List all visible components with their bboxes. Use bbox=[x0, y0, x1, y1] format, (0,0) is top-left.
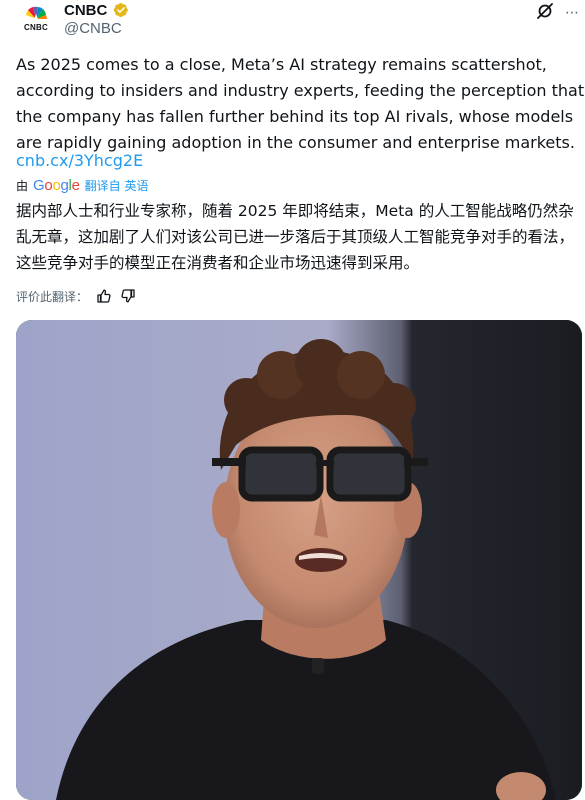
verified-badge-icon bbox=[114, 2, 129, 18]
tweet-media-photo[interactable] bbox=[16, 320, 582, 800]
portrait-photo bbox=[16, 320, 582, 800]
translation-attribution: 由 Google 翻译自 英语 bbox=[16, 176, 148, 194]
avatar[interactable]: CNBC bbox=[18, 3, 54, 39]
rate-translation-label: 评价此翻译： bbox=[16, 289, 89, 304]
tweet-link[interactable]: cnb.cx/3Yhcg2E bbox=[16, 150, 143, 172]
tweet-text: As 2025 comes to a close, Meta’s AI stra… bbox=[16, 55, 585, 152]
name-row: CNBC bbox=[64, 0, 129, 20]
tweet-header: CNBC CNBC @CNBC ⋯ bbox=[0, 0, 585, 44]
account-handle[interactable]: @CNBC bbox=[64, 20, 122, 37]
grok-icon[interactable] bbox=[535, 1, 555, 21]
thumbs-up-icon[interactable] bbox=[96, 288, 112, 304]
avatar-label: CNBC bbox=[24, 23, 48, 32]
google-logo: Google bbox=[33, 176, 80, 194]
rate-translation: 评价此翻译： bbox=[16, 286, 136, 306]
translated-from-link[interactable]: 翻译自 英语 bbox=[85, 177, 149, 194]
account-name[interactable]: CNBC bbox=[64, 2, 107, 19]
translated-text: 据内部人士和行业专家称，随着 2025 年即将结束，Meta 的人工智能战略仍然… bbox=[16, 202, 575, 272]
peacock-logo-icon bbox=[26, 6, 47, 19]
translation-prefix: 由 bbox=[16, 178, 29, 193]
more-icon[interactable]: ⋯ bbox=[565, 6, 579, 20]
thumbs-down-icon[interactable] bbox=[120, 288, 136, 304]
